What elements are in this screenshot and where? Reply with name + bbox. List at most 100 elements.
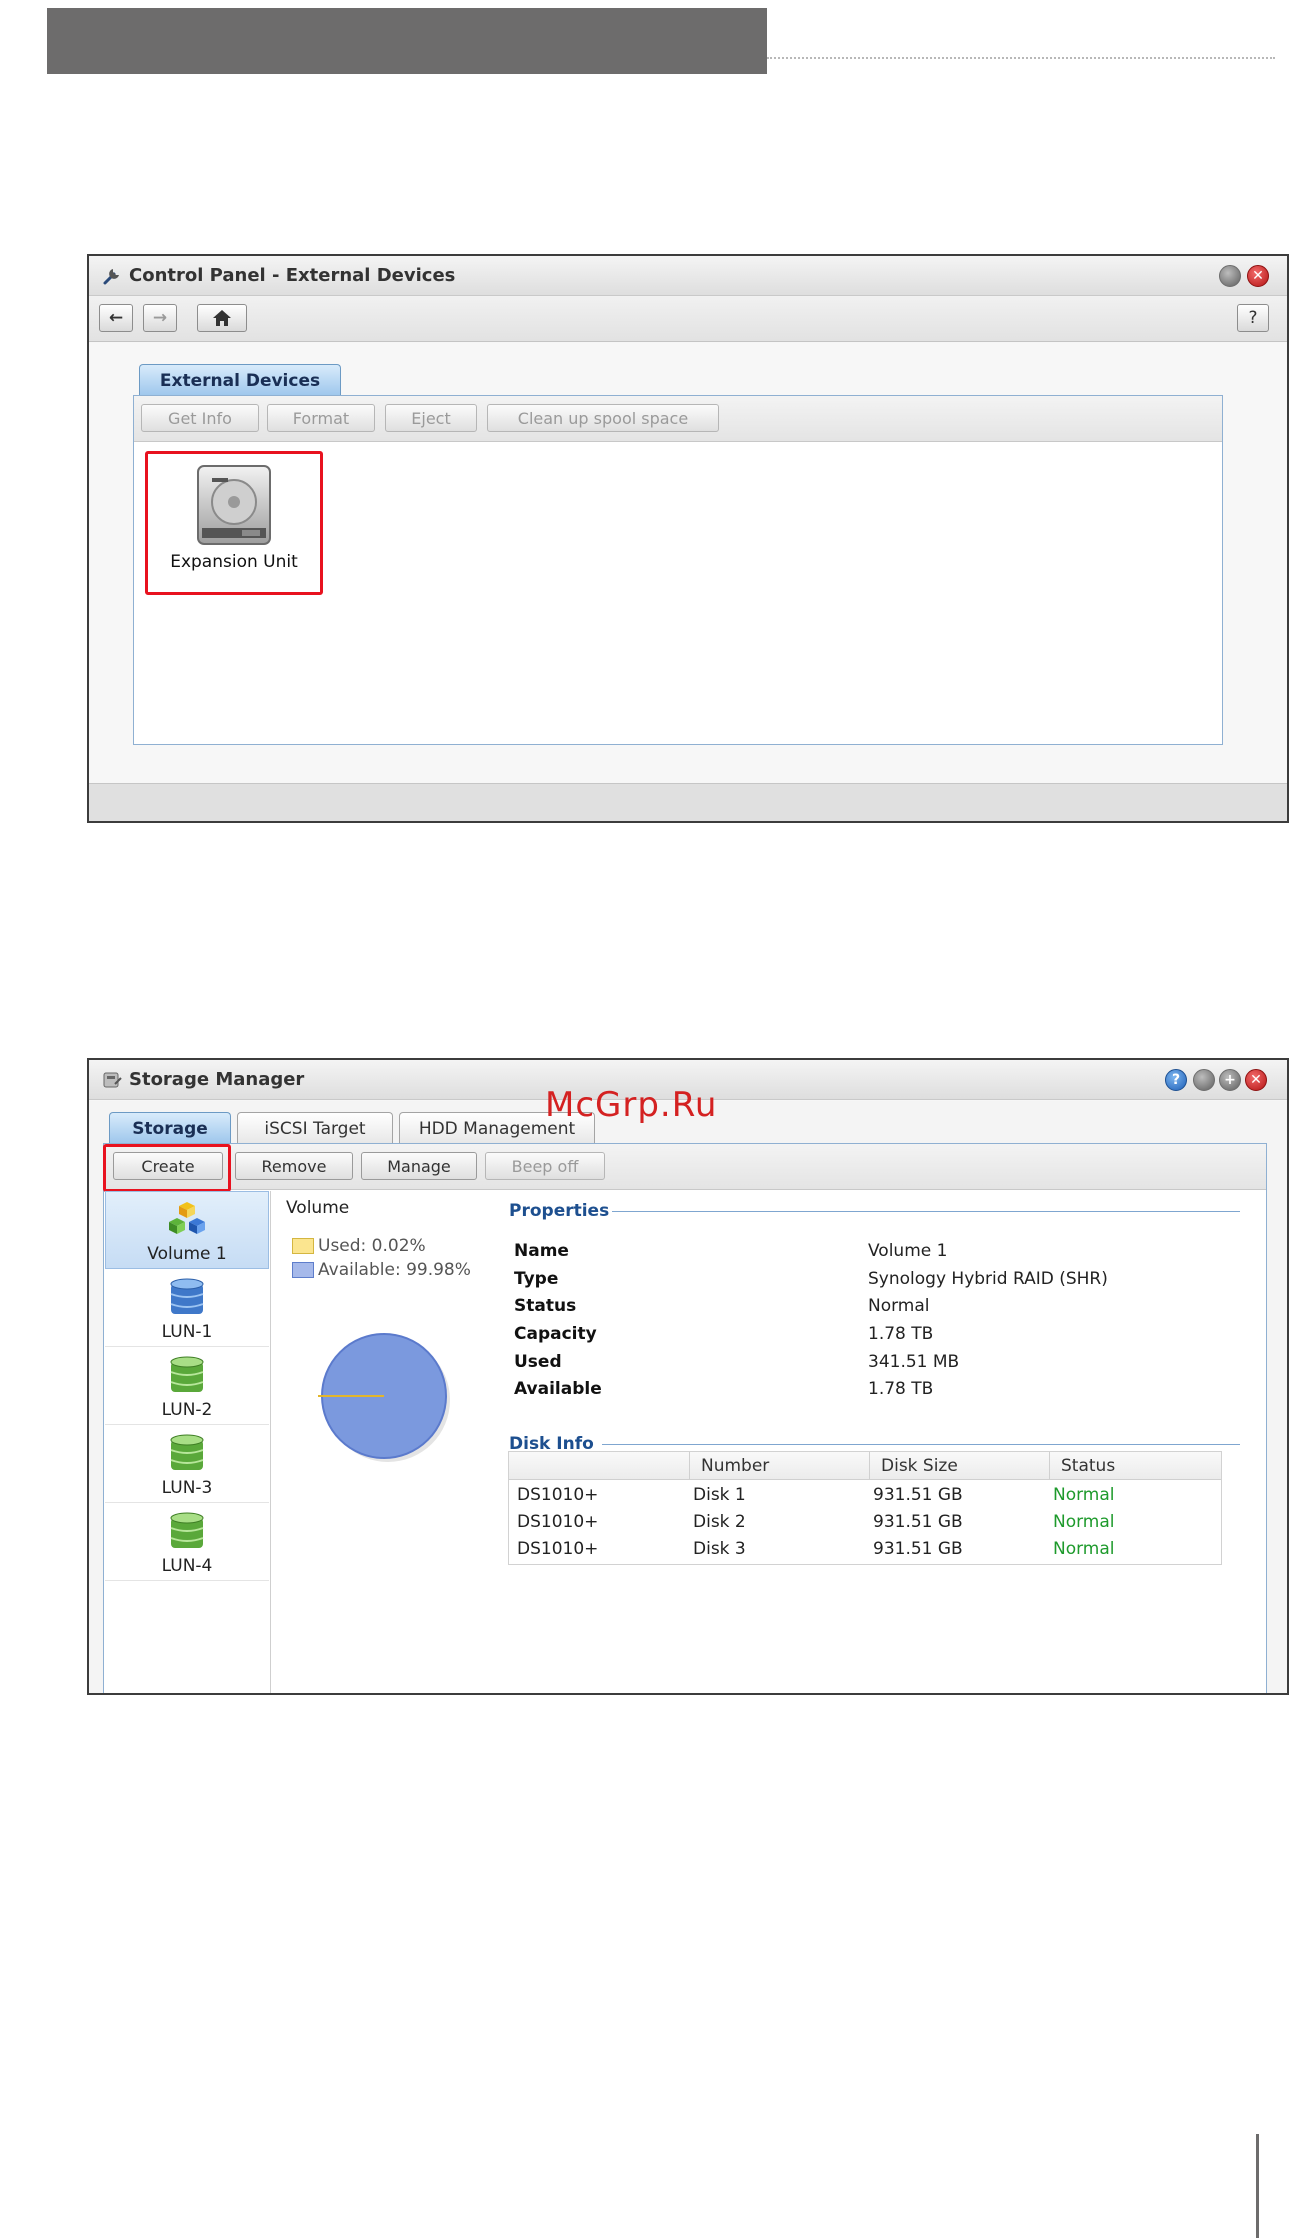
help-button[interactable]: ? <box>1165 1069 1187 1091</box>
close-button[interactable]: ✕ <box>1247 265 1269 287</box>
prop-label-status: Status <box>514 1296 577 1316</box>
sidebar-item-label: Volume 1 <box>147 1244 227 1264</box>
prop-label-used: Used <box>514 1352 562 1372</box>
legend-swatch-used <box>292 1238 314 1254</box>
volume-sidebar: Volume 1 LUN-1 LUN-2 LUN-3 LUN-4 <box>105 1191 271 1693</box>
back-button[interactable]: ← <box>99 304 133 332</box>
beep-off-button[interactable]: Beep off <box>485 1152 605 1180</box>
header-dotted-rule <box>767 57 1275 59</box>
storage-manager-window: Storage Manager ? + ✕ Storage iSCSI Targ… <box>87 1058 1289 1695</box>
cell-model: DS1010+ <box>517 1539 599 1559</box>
sidebar-item-label: LUN-4 <box>161 1556 213 1576</box>
database-green-icon <box>170 1512 204 1548</box>
remove-button[interactable]: Remove <box>235 1152 353 1180</box>
maximize-button[interactable]: + <box>1219 1069 1241 1091</box>
prop-label-type: Type <box>514 1269 559 1289</box>
column-header-number[interactable]: Number <box>701 1456 769 1476</box>
legend-used: Used: 0.02% <box>292 1236 426 1256</box>
question-icon: ? <box>1171 1072 1181 1088</box>
button-label: Manage <box>387 1156 451 1176</box>
highlight-box <box>145 451 323 595</box>
legend-swatch-available <box>292 1262 314 1278</box>
cell-status: Normal <box>1053 1512 1115 1532</box>
tab-external-devices[interactable]: External Devices <box>139 364 341 396</box>
window-title: Storage Manager <box>129 1069 305 1090</box>
database-green-icon <box>170 1434 204 1470</box>
window-titlebar: Control Panel - External Devices ✕ <box>89 256 1287 296</box>
tab-iscsi-target[interactable]: iSCSI Target <box>237 1112 393 1144</box>
column-header-status[interactable]: Status <box>1061 1456 1115 1476</box>
sidebar-item-lun-2[interactable]: LUN-2 <box>105 1347 269 1425</box>
cell-model: DS1010+ <box>517 1512 599 1532</box>
cell-number: Disk 3 <box>693 1539 746 1559</box>
cell-disk-size: 931.51 GB <box>873 1485 963 1505</box>
prop-label-available: Available <box>514 1379 602 1399</box>
table-row[interactable]: DS1010+ Disk 1 931.51 GB Normal <box>509 1482 1221 1509</box>
clean-up-spool-space-button[interactable]: Clean up spool space <box>487 404 719 432</box>
sidebar-item-label: LUN-3 <box>161 1478 213 1498</box>
sidebar-item-lun-3[interactable]: LUN-3 <box>105 1425 269 1503</box>
volume-heading: Volume <box>286 1198 350 1218</box>
prop-value-status: Normal <box>868 1296 930 1316</box>
legend-available: Available: 99.98% <box>292 1260 471 1280</box>
cell-model: DS1010+ <box>517 1485 599 1505</box>
storage-panel <box>103 1143 1267 1693</box>
eject-button[interactable]: Eject <box>385 404 477 432</box>
button-label: Beep off <box>511 1156 579 1176</box>
cell-number: Disk 1 <box>693 1485 746 1505</box>
properties-divider <box>612 1211 1240 1212</box>
help-button[interactable]: ? <box>1237 304 1269 332</box>
sidebar-item-label: LUN-2 <box>161 1400 213 1420</box>
plus-icon: + <box>1224 1072 1236 1088</box>
cell-status: Normal <box>1053 1539 1115 1559</box>
prop-label-capacity: Capacity <box>514 1324 597 1344</box>
disk-info-table: Number Disk Size Status DS1010+ Disk 1 9… <box>508 1451 1222 1565</box>
prop-value-name: Volume 1 <box>868 1241 948 1261</box>
cell-disk-size: 931.51 GB <box>873 1539 963 1559</box>
arrow-left-icon: ← <box>108 308 124 328</box>
arrow-right-icon: → <box>152 308 168 328</box>
close-icon: ✕ <box>1250 1072 1262 1088</box>
tab-label: Storage <box>132 1118 208 1139</box>
manage-button[interactable]: Manage <box>361 1152 477 1180</box>
storage-icon <box>103 1072 122 1088</box>
button-label: Format <box>292 408 350 428</box>
prop-value-capacity: 1.78 TB <box>868 1324 934 1344</box>
cell-status: Normal <box>1053 1485 1115 1505</box>
minimize-button[interactable] <box>1219 265 1241 287</box>
sidebar-item-label: LUN-1 <box>161 1322 213 1342</box>
highlight-box <box>103 1144 231 1192</box>
tab-storage[interactable]: Storage <box>109 1112 231 1144</box>
close-button[interactable]: ✕ <box>1245 1069 1267 1091</box>
cell-number: Disk 2 <box>693 1512 746 1532</box>
column-header-disk-size[interactable]: Disk Size <box>881 1456 958 1476</box>
watermark-text: McGrp.Ru <box>545 1085 718 1125</box>
home-button[interactable] <box>197 304 247 332</box>
sidebar-item-lun-1[interactable]: LUN-1 <box>105 1269 269 1347</box>
table-header: Number Disk Size Status <box>509 1452 1221 1480</box>
prop-value-type: Synology Hybrid RAID (SHR) <box>868 1269 1108 1289</box>
volume-cubes-icon <box>169 1202 205 1234</box>
page-header-bar <box>47 8 767 74</box>
control-panel-window: Control Panel - External Devices ✕ ← → ?… <box>87 254 1289 823</box>
window-title: Control Panel - External Devices <box>129 265 456 286</box>
navigation-toolbar: ← → ? <box>89 296 1287 342</box>
button-label: Clean up spool space <box>517 408 689 428</box>
tab-label: iSCSI Target <box>264 1118 366 1139</box>
button-label: Remove <box>261 1156 327 1176</box>
sidebar-item-volume-1[interactable]: Volume 1 <box>105 1191 269 1269</box>
table-row[interactable]: DS1010+ Disk 2 931.51 GB Normal <box>509 1509 1221 1536</box>
button-label: Get Info <box>168 408 232 428</box>
disk-info-divider <box>602 1444 1240 1445</box>
format-button[interactable]: Format <box>267 404 375 432</box>
column-separator <box>689 1452 690 1480</box>
table-row[interactable]: DS1010+ Disk 3 931.51 GB Normal <box>509 1536 1221 1563</box>
column-separator <box>1049 1452 1050 1480</box>
sidebar-item-lun-4[interactable]: LUN-4 <box>105 1503 269 1581</box>
database-green-icon <box>170 1356 204 1392</box>
get-info-button[interactable]: Get Info <box>141 404 259 432</box>
usage-pie-chart <box>318 1333 450 1462</box>
forward-button[interactable]: → <box>143 304 177 332</box>
minimize-button[interactable] <box>1193 1069 1215 1091</box>
wrench-icon <box>103 269 119 285</box>
